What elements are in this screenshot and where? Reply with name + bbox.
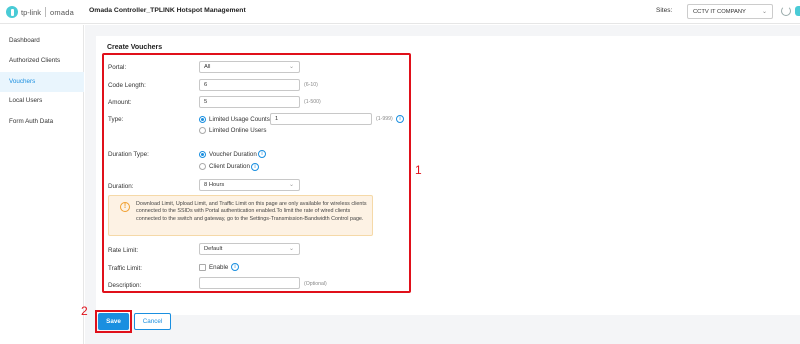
refresh-icon[interactable] — [781, 6, 791, 16]
site-select[interactable]: CCTV IT COMPANY ⌄ — [687, 4, 773, 19]
sidebar-item-dashboard[interactable]: Dashboard — [0, 31, 84, 51]
sidebar-item-authorized-clients[interactable]: Authorized Clients — [0, 51, 84, 71]
sidebar: Dashboard Authorized Clients Vouchers Lo… — [0, 25, 84, 344]
brand-omada: omada — [50, 7, 74, 17]
app-title: Omada Controller_TPLINK Hotspot Manageme… — [89, 7, 246, 14]
sites-label: Sites: — [656, 7, 673, 14]
chevron-down-icon: ⌄ — [761, 9, 767, 15]
top-header: tp-link omada Omada Controller_TPLINK Ho… — [0, 0, 800, 24]
site-select-value: CCTV IT COMPANY — [693, 9, 746, 15]
annotation-marker-1: 1 — [415, 163, 422, 177]
page-title: Create Vouchers — [107, 44, 163, 51]
logo-divider — [45, 7, 47, 17]
highlight-box-form — [102, 53, 411, 293]
sidebar-item-form-auth-data[interactable]: Form Auth Data — [0, 112, 84, 132]
tplink-omada-logo[interactable]: tp-link omada — [6, 5, 74, 19]
brand-tplink: tp-link — [21, 7, 42, 17]
annotation-marker-2: 2 — [81, 304, 88, 318]
cancel-button[interactable]: Cancel — [134, 313, 171, 330]
tplink-logo-icon — [6, 6, 18, 18]
sidebar-item-local-users[interactable]: Local Users — [0, 91, 84, 111]
save-button[interactable]: Save — [98, 313, 129, 330]
sidebar-item-vouchers[interactable]: Vouchers — [0, 72, 84, 92]
account-icon[interactable] — [795, 6, 800, 16]
